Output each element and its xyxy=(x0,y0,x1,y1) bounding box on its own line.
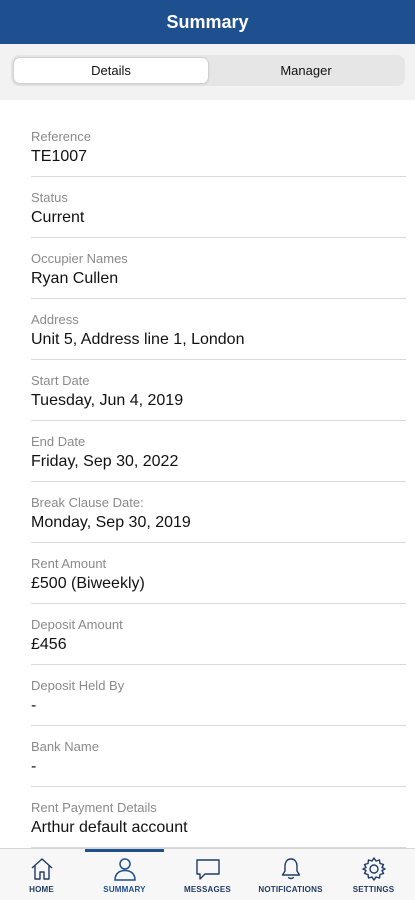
segment-manager[interactable]: Manager xyxy=(209,57,403,84)
tab-notifications[interactable]: NOTIFICATIONS xyxy=(249,849,332,900)
tab-label: HOME xyxy=(29,885,54,894)
tab-bar: HOME SUMMARY MESSAGES NOTIFICATIONS SETT… xyxy=(0,848,415,900)
field-value: Current xyxy=(31,209,85,226)
field-value: £500 (Biweekly) xyxy=(31,575,145,592)
segment-details[interactable]: Details xyxy=(13,57,209,84)
field-start-date: Start Date Tuesday, Jun 4, 2019 xyxy=(31,360,406,421)
field-bank-name: Bank Name - xyxy=(31,726,406,787)
field-label: Rent Amount xyxy=(31,556,107,571)
segment-bar: Details Manager xyxy=(0,44,415,100)
field-rent-amount: Rent Amount £500 (Biweekly) xyxy=(31,543,406,604)
field-deposit-held-by: Deposit Held By - xyxy=(31,665,406,726)
field-label: Status xyxy=(31,190,68,205)
page-title: Summary xyxy=(166,11,249,32)
field-value: - xyxy=(31,697,37,714)
field-label: Rent Payment Details xyxy=(31,800,157,815)
field-label: Address xyxy=(31,312,79,327)
field-end-date: End Date Friday, Sep 30, 2022 xyxy=(31,421,406,482)
field-value: - xyxy=(31,758,37,775)
field-value: Arthur default account xyxy=(31,819,188,836)
field-label: Deposit Held By xyxy=(31,678,125,693)
field-reference: Reference TE1007 xyxy=(31,116,406,177)
gear-icon xyxy=(361,857,386,881)
field-value: Unit 5, Address line 1, London xyxy=(31,331,245,348)
home-icon xyxy=(31,858,52,880)
tab-summary[interactable]: SUMMARY xyxy=(83,849,166,900)
field-value: Tuesday, Jun 4, 2019 xyxy=(31,392,184,409)
field-label: Occupier Names xyxy=(31,251,128,266)
tab-label: MESSAGES xyxy=(184,885,231,894)
field-label: Bank Name xyxy=(31,739,99,754)
field-break-clause-date: Break Clause Date: Monday, Sep 30, 2019 xyxy=(31,482,406,543)
bell-icon xyxy=(281,858,300,880)
tab-messages[interactable]: MESSAGES xyxy=(166,849,249,900)
field-label: Reference xyxy=(31,129,91,144)
field-deposit-amount: Deposit Amount £456 xyxy=(31,604,406,665)
details-list[interactable]: Reference TE1007 Status Current Occupier… xyxy=(0,100,415,848)
field-value: £456 xyxy=(31,636,67,653)
segmented-control: Details Manager xyxy=(11,55,405,86)
app-header: Summary xyxy=(0,0,415,44)
field-label: Start Date xyxy=(31,373,90,388)
person-icon xyxy=(113,858,136,881)
tab-label: SETTINGS xyxy=(352,885,395,894)
field-occupier-names: Occupier Names Ryan Cullen xyxy=(31,238,406,299)
field-address: Address Unit 5, Address line 1, London xyxy=(31,299,406,360)
field-status: Status Current xyxy=(31,177,406,238)
field-value: TE1007 xyxy=(31,148,88,165)
field-label: End Date xyxy=(31,434,86,449)
field-label: Deposit Amount xyxy=(31,617,123,632)
chat-bubble-icon xyxy=(195,859,220,880)
field-label: Break Clause Date: xyxy=(31,495,144,510)
field-value: Monday, Sep 30, 2019 xyxy=(31,514,191,531)
field-rent-payment-details: Rent Payment Details Arthur default acco… xyxy=(31,787,406,848)
tab-settings[interactable]: SETTINGS xyxy=(332,849,415,900)
tab-label: NOTIFICATIONS xyxy=(258,885,323,894)
tab-label: SUMMARY xyxy=(103,885,146,894)
field-value: Friday, Sep 30, 2022 xyxy=(31,453,179,470)
field-value: Ryan Cullen xyxy=(31,270,119,287)
tab-home[interactable]: HOME xyxy=(0,849,83,900)
